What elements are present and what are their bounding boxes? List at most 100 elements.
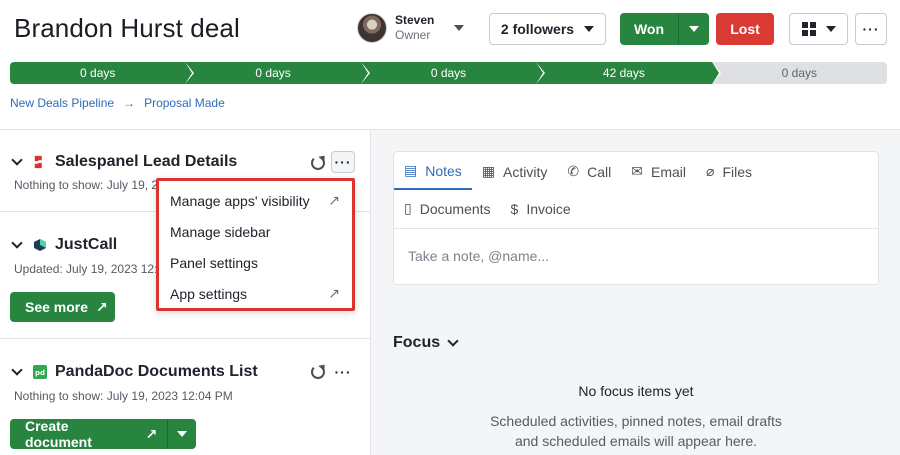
menu-item-panel-settings[interactable]: Panel settings bbox=[159, 247, 352, 278]
owner-name: Steven bbox=[395, 13, 435, 27]
section-more-button[interactable]: ··· bbox=[331, 151, 355, 173]
composer-tabs: ▤ Notes ▦ Activity ✆ Call ✉ Email ⌀ File… bbox=[394, 153, 762, 190]
owner-role: Owner bbox=[395, 28, 431, 42]
grid-icon bbox=[801, 22, 816, 36]
see-more-button[interactable]: See more ↗ bbox=[10, 292, 115, 322]
tab-label: Documents bbox=[419, 200, 491, 217]
stage-duration: 42 days bbox=[602, 66, 645, 80]
lost-button[interactable]: Lost bbox=[716, 13, 774, 45]
tab-label: Files bbox=[722, 163, 752, 180]
chevron-down-icon bbox=[689, 26, 699, 32]
chevron-down-icon bbox=[447, 334, 459, 347]
owner-avatar bbox=[357, 13, 387, 43]
stage-duration: 0 days bbox=[781, 66, 817, 80]
tab-label: Activity bbox=[503, 163, 548, 180]
svg-text:pd: pd bbox=[35, 369, 45, 377]
focus-empty-line: Scheduled activities, pinned notes, emai… bbox=[490, 413, 782, 429]
stage-duration: 0 days bbox=[255, 66, 291, 80]
composer-tabs-row-2: ▯ Documents $ Invoice bbox=[394, 190, 581, 227]
section-header-pandadoc[interactable]: pd PandaDoc Documents List bbox=[11, 363, 258, 381]
menu-item-label: Manage apps' visibility bbox=[170, 192, 310, 209]
followers-label: 2 followers bbox=[500, 21, 575, 37]
menu-item-label: Panel settings bbox=[170, 254, 258, 271]
pipeline-stage[interactable]: 0 days bbox=[711, 62, 888, 84]
tab-documents[interactable]: ▯ Documents bbox=[394, 190, 501, 227]
tab-label: Notes bbox=[425, 162, 462, 179]
section-more-button[interactable]: ··· bbox=[331, 361, 355, 383]
focus-header[interactable]: Focus bbox=[393, 334, 459, 352]
chevron-down-icon bbox=[11, 363, 23, 376]
refresh-icon[interactable] bbox=[311, 365, 325, 379]
pandadoc-logo-icon: pd bbox=[33, 365, 47, 379]
section-options-menu: Manage apps' visibility ↗ Manage sidebar… bbox=[156, 178, 355, 311]
external-link-icon: ↗ bbox=[328, 285, 340, 301]
calendar-icon: ▦ bbox=[481, 163, 496, 179]
chevron-down-icon bbox=[11, 236, 23, 249]
invoice-icon: $ bbox=[510, 200, 519, 217]
phone-icon: ✆ bbox=[567, 163, 580, 179]
stage-duration: 0 days bbox=[430, 66, 467, 80]
tab-invoice[interactable]: $ Invoice bbox=[501, 190, 581, 227]
focus-empty-title: No focus items yet bbox=[578, 383, 694, 399]
tab-call[interactable]: ✆ Call bbox=[557, 153, 621, 190]
view-switcher-button[interactable] bbox=[789, 13, 848, 45]
focus-title: Focus bbox=[393, 334, 441, 351]
pipeline-stage-bar: 0 days 0 days 0 days 42 days 0 days bbox=[10, 62, 888, 84]
section-title: PandaDoc Documents List bbox=[55, 363, 258, 380]
tab-label: Email bbox=[650, 163, 686, 180]
more-options-button[interactable]: ··· bbox=[855, 13, 887, 45]
justcall-logo-icon bbox=[34, 239, 46, 251]
envelope-icon: ✉ bbox=[631, 163, 643, 179]
breadcrumb-stage-link[interactable]: Proposal Made bbox=[144, 96, 225, 110]
note-input[interactable]: Take a note, @name... bbox=[408, 248, 549, 264]
tab-notes[interactable]: ▤ Notes bbox=[394, 153, 472, 190]
pipeline-stage[interactable]: 0 days bbox=[360, 62, 546, 84]
pipeline-stage[interactable]: 0 days bbox=[185, 62, 370, 84]
focus-empty-line: and scheduled emails will appear here. bbox=[514, 433, 758, 449]
deal-title: Brandon Hurst deal bbox=[14, 13, 240, 43]
chevron-down-icon bbox=[825, 26, 836, 32]
won-button[interactable]: Won bbox=[620, 21, 678, 37]
stage-duration: 0 days bbox=[80, 66, 116, 80]
tab-files[interactable]: ⌀ Files bbox=[696, 153, 762, 190]
breadcrumb: New Deals Pipeline → Proposal Made bbox=[10, 96, 225, 110]
focus-empty-description: Scheduled activities, pinned notes, emai… bbox=[393, 411, 879, 451]
menu-item-manage-sidebar[interactable]: Manage sidebar bbox=[159, 216, 352, 247]
section-title: JustCall bbox=[55, 236, 118, 253]
owner-selector[interactable]: Steven Owner bbox=[357, 12, 465, 44]
create-document-button[interactable]: Create document bbox=[25, 418, 138, 450]
won-button-group: Won bbox=[620, 13, 709, 45]
section-title: Salespanel Lead Details bbox=[55, 153, 238, 170]
tab-label: Call bbox=[587, 163, 612, 180]
paperclip-icon: ⌀ bbox=[706, 163, 715, 179]
create-document-dropdown-button[interactable] bbox=[167, 419, 196, 449]
create-document-button-group: Create document ↗ bbox=[10, 418, 196, 450]
external-link-icon: ↗ bbox=[328, 192, 340, 208]
breadcrumb-pipeline-link[interactable]: New Deals Pipeline bbox=[10, 96, 114, 110]
menu-item-manage-apps-visibility[interactable]: Manage apps' visibility ↗ bbox=[159, 185, 352, 216]
refresh-icon[interactable] bbox=[311, 156, 325, 170]
note-icon: ▤ bbox=[404, 162, 418, 178]
section-divider bbox=[0, 338, 370, 339]
pipeline-stage[interactable]: 42 days bbox=[536, 62, 721, 84]
button-label: See more bbox=[25, 299, 89, 315]
composer-divider bbox=[394, 228, 878, 229]
external-link-icon: ↗ bbox=[145, 425, 158, 442]
external-link-icon: ↗ bbox=[96, 298, 108, 315]
composer-card: ▤ Notes ▦ Activity ✆ Call ✉ Email ⌀ File… bbox=[393, 151, 879, 285]
chevron-down-icon bbox=[11, 153, 23, 166]
tab-email[interactable]: ✉ Email bbox=[621, 153, 696, 190]
menu-item-label: Manage sidebar bbox=[170, 223, 271, 240]
section-header-salespanel[interactable]: Salespanel Lead Details bbox=[11, 153, 238, 171]
tab-activity[interactable]: ▦ Activity bbox=[472, 153, 558, 190]
section-subtitle: Nothing to show: July 19, 2023 12:04 PM bbox=[14, 389, 233, 403]
chevron-down-icon bbox=[177, 431, 188, 437]
pipeline-stage[interactable]: 0 days bbox=[10, 62, 195, 84]
chevron-down-icon bbox=[454, 25, 465, 31]
tab-label: Invoice bbox=[526, 200, 571, 217]
won-dropdown-button[interactable] bbox=[678, 13, 709, 45]
section-header-justcall[interactable]: JustCall bbox=[11, 236, 118, 254]
chevron-down-icon bbox=[584, 26, 595, 32]
followers-button[interactable]: 2 followers bbox=[489, 13, 606, 45]
menu-item-app-settings[interactable]: App settings ↗ bbox=[159, 278, 352, 309]
